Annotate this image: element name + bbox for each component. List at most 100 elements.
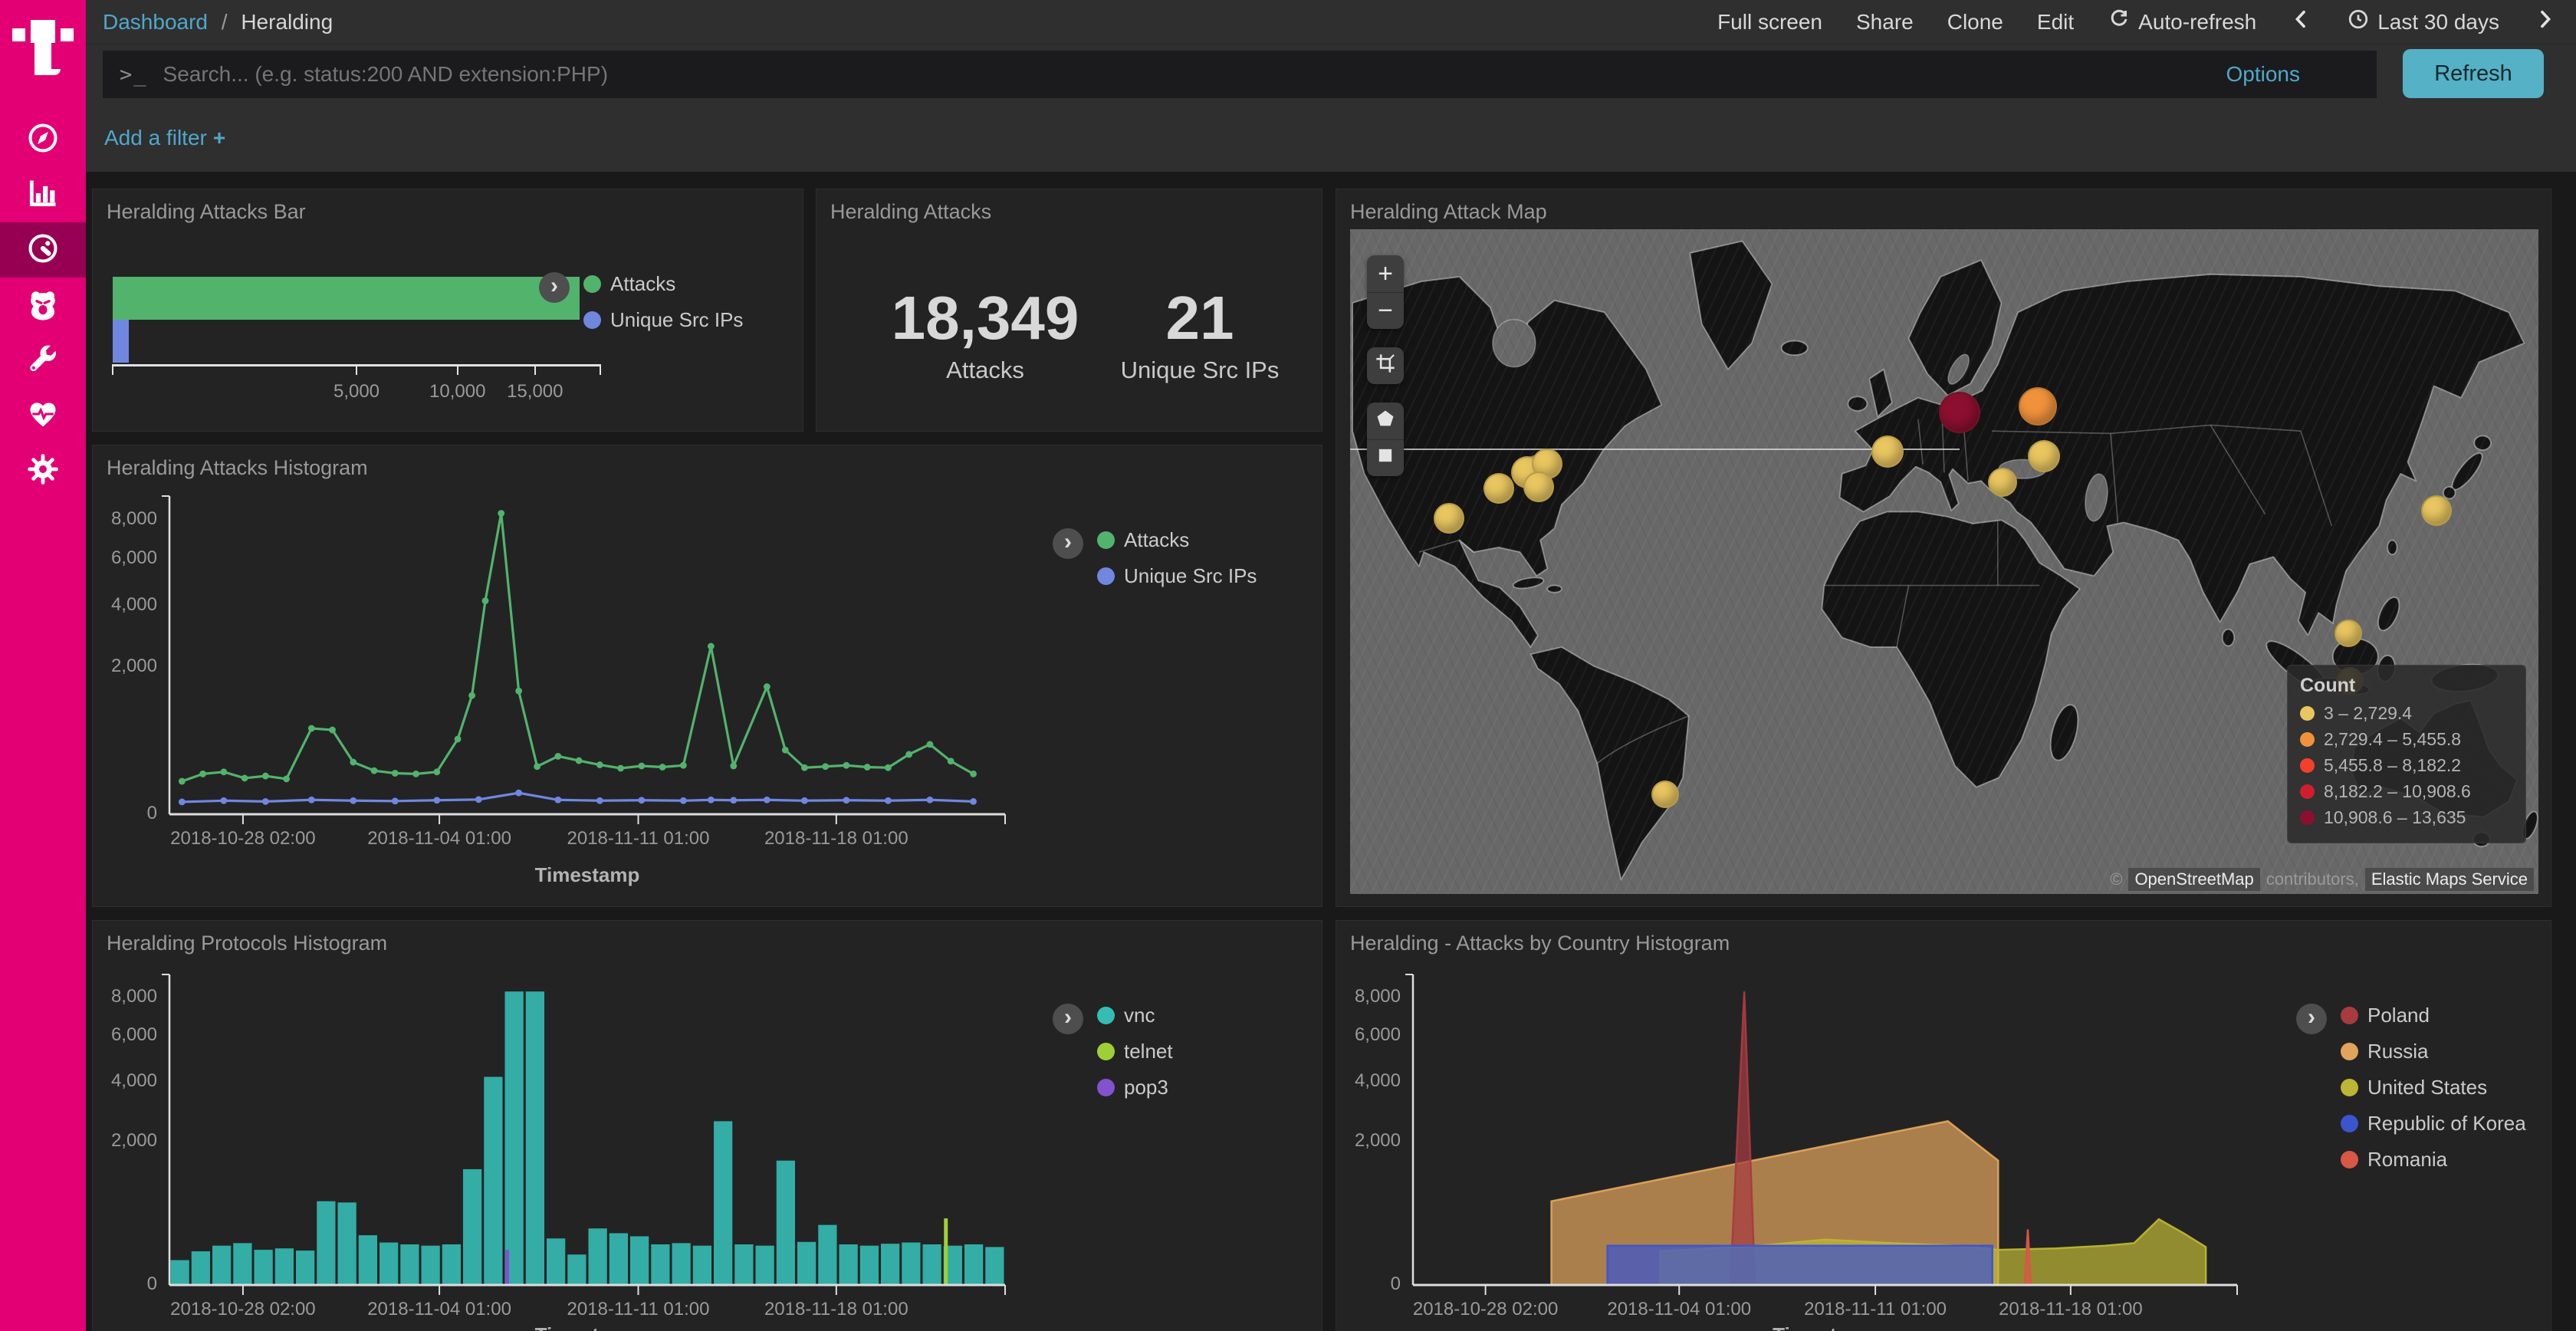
map-draw-polygon-button[interactable] xyxy=(1367,403,1404,439)
elastic-maps-service-link[interactable]: Elastic Maps Service xyxy=(2365,868,2534,891)
clock-icon xyxy=(2347,8,2370,36)
sidebar-item-discover[interactable] xyxy=(0,112,86,167)
sidebar-item-dev-tools[interactable] xyxy=(0,333,86,388)
breadcrumb-separator: / xyxy=(222,10,228,34)
time-range-picker[interactable]: Last 30 days xyxy=(2347,8,2499,36)
options-button[interactable]: Options xyxy=(2226,44,2301,104)
map-fit-bounds-button[interactable] xyxy=(1367,347,1404,384)
map-draw-rectangle-button[interactable] xyxy=(1367,439,1404,476)
legend-toggle-icon[interactable]: › xyxy=(1053,528,1083,559)
legend-item[interactable]: Unique Src IPs xyxy=(1097,564,1257,588)
attack-dot-vietnam[interactable] xyxy=(2334,619,2362,647)
legend-item[interactable]: vnc xyxy=(1097,1004,1173,1027)
legend-item[interactable]: Republic of Korea xyxy=(2341,1112,2526,1135)
legend-item[interactable]: Attacks xyxy=(1097,528,1257,552)
y-axis-tick-label: 0 xyxy=(93,1273,157,1295)
panel-heralding-attacks-bar: Heralding Attacks Bar 5,00010,00015,000 … xyxy=(92,189,803,432)
attack-dot-russia[interactable] xyxy=(2019,387,2057,426)
attack-dot-western-europe[interactable] xyxy=(1871,435,1904,468)
map-legend-color-dot xyxy=(2300,758,2315,773)
legend-item[interactable]: pop3 xyxy=(1097,1076,1173,1099)
telekom-logo[interactable] xyxy=(11,11,75,78)
panel-heralding-attacks-by-country: Heralding - Attacks by Country Histogram… xyxy=(1336,920,2551,1331)
attack-dot-us-east-coast[interactable] xyxy=(1523,472,1554,502)
bar-unique-src-ips[interactable] xyxy=(113,320,129,363)
attack-dot-poland[interactable] xyxy=(1939,392,1980,433)
map-legend-range-label: 2,729.4 – 5,455.8 xyxy=(2324,729,2461,750)
attack-dot-eastern-europe[interactable] xyxy=(2028,440,2060,472)
legend-color-dot xyxy=(2341,1079,2358,1096)
breadcrumb: Dashboard / Heralding xyxy=(103,10,333,35)
legend-item[interactable]: Unique Src IPs xyxy=(583,308,743,332)
breadcrumb-dashboard-link[interactable]: Dashboard xyxy=(103,10,208,34)
y-axis-tick-label: 8,000 xyxy=(1336,986,1401,1007)
sidebar-item-honeypot[interactable] xyxy=(0,278,86,333)
bar-attacks[interactable] xyxy=(113,277,580,320)
refresh-button[interactable]: Refresh xyxy=(2403,49,2544,98)
world-map[interactable]: + − Count xyxy=(1350,229,2538,894)
attack-dot-brazil[interactable] xyxy=(1651,781,1679,808)
auto-refresh-button[interactable]: Auto-refresh xyxy=(2108,8,2256,36)
attack-dot-us-central[interactable] xyxy=(1484,473,1514,504)
legend-color-dot xyxy=(2341,1151,2358,1168)
legend: › Poland Russia United States Republic of K… xyxy=(2296,1004,2526,1172)
legend: › Attacks Unique Src IPs xyxy=(1053,528,1257,588)
panel-heralding-protocols-histogram: Heralding Protocols Histogram 02,0004,00… xyxy=(92,920,1322,1331)
edit-button[interactable]: Edit xyxy=(2037,10,2074,35)
legend-item[interactable]: Poland xyxy=(2341,1004,2526,1027)
sidebar-item-management[interactable] xyxy=(0,443,86,498)
top-nav: Dashboard / Heralding Full screen Share … xyxy=(86,0,2576,44)
legend-item-label: vnc xyxy=(1124,1004,1155,1027)
panel-heralding-attacks-metric: Heralding Attacks 18,349 Attacks 21 Uniq… xyxy=(816,189,1322,432)
map-legend-item: 8,182.2 – 10,908.6 xyxy=(2300,781,2513,802)
legend-item-label: telnet xyxy=(1124,1040,1173,1063)
attack-dot-turkey[interactable] xyxy=(1988,468,2017,497)
chevron-right-icon xyxy=(2533,8,2556,36)
legend-item[interactable]: Attacks xyxy=(583,272,743,296)
sidebar-item-dashboard[interactable] xyxy=(0,222,86,278)
x-axis-title: Timestamp xyxy=(1413,1323,2237,1331)
legend-color-dot xyxy=(583,275,601,293)
legend-item-label: Romania xyxy=(2367,1148,2447,1172)
time-back-button[interactable] xyxy=(2290,8,2313,36)
clone-button[interactable]: Clone xyxy=(1947,10,2003,35)
nav-actions: Full screen Share Clone Edit Auto-refres… xyxy=(1717,8,2556,36)
x-axis-tick-label: 2018-11-18 01:00 xyxy=(714,1299,959,1320)
x-axis-title: Timestamp xyxy=(169,1323,1005,1331)
legend-color-dot xyxy=(1097,1007,1115,1024)
y-axis-tick-label: 2,000 xyxy=(93,1130,157,1152)
time-forward-button[interactable] xyxy=(2533,8,2556,36)
legend-item[interactable]: United States xyxy=(2341,1076,2526,1099)
copyright-symbol: © xyxy=(2110,869,2122,889)
metric-unique-src-ips: 21 Unique Src IPs xyxy=(1092,288,1307,384)
full-screen-button[interactable]: Full screen xyxy=(1717,10,1822,35)
map-legend-title: Count xyxy=(2300,675,2513,697)
search-placeholder: Search... (e.g. status:200 AND extension… xyxy=(163,62,609,87)
y-axis-tick-label: 2,000 xyxy=(1336,1130,1401,1152)
share-button[interactable]: Share xyxy=(1856,10,1914,35)
attack-dot-us-southwest[interactable] xyxy=(1434,503,1464,534)
add-filter-button[interactable]: Add a filter+ xyxy=(104,126,225,150)
legend-toggle-icon[interactable]: › xyxy=(1053,1004,1083,1034)
legend-item-label: pop3 xyxy=(1124,1076,1168,1099)
map-zoom-in-button[interactable]: + xyxy=(1367,255,1404,292)
crop-icon xyxy=(1375,351,1396,381)
sidebar-item-monitoring[interactable] xyxy=(0,388,86,443)
legend-toggle-icon[interactable]: › xyxy=(539,272,570,303)
search-input[interactable]: >_ Search... (e.g. status:200 AND extens… xyxy=(103,51,2377,98)
legend-item[interactable]: telnet xyxy=(1097,1040,1173,1063)
attacks-histogram-chart: 02,0004,0006,0008,0002018-10-28 02:00201… xyxy=(93,445,1322,906)
legend-color-dot xyxy=(2341,1115,2358,1132)
map-legend-item: 10,908.6 – 13,635 xyxy=(2300,807,2513,828)
y-axis-tick-label: 0 xyxy=(1336,1273,1401,1295)
panel-title: Heralding Attack Map xyxy=(1350,200,1547,224)
attack-dot-south-korea[interactable] xyxy=(2421,495,2452,526)
legend-color-dot xyxy=(1097,531,1115,549)
y-axis-tick-label: 4,000 xyxy=(1336,1070,1401,1092)
legend-item[interactable]: Romania xyxy=(2341,1148,2526,1172)
legend-toggle-icon[interactable]: › xyxy=(2296,1004,2327,1034)
sidebar-item-visualize[interactable] xyxy=(0,167,86,222)
legend-item[interactable]: Russia xyxy=(2341,1040,2526,1063)
map-zoom-out-button[interactable]: − xyxy=(1367,292,1404,329)
openstreetmap-link[interactable]: OpenStreetMap xyxy=(2128,868,2259,891)
